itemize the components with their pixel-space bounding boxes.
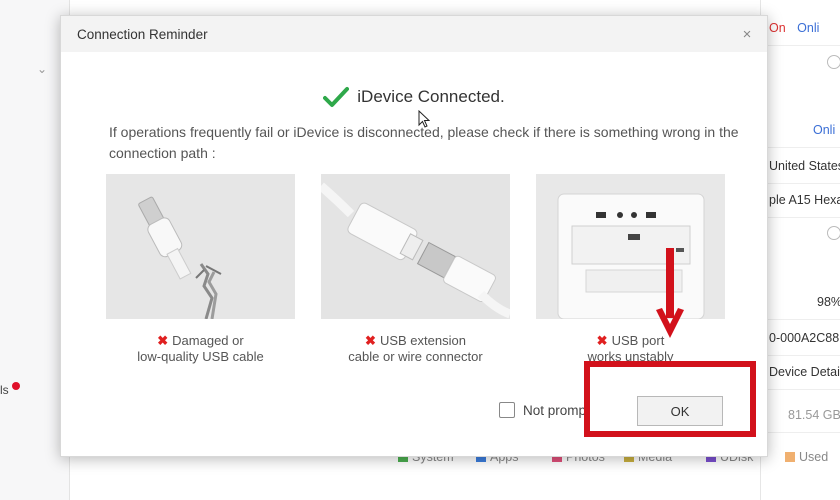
on-label: On (769, 21, 786, 35)
country-value: United States (761, 148, 840, 184)
online-label: Onli (797, 21, 820, 35)
issue-caption: ✖ USB extension cable or wire connector (321, 333, 510, 365)
storage-value: 81.54 GB (761, 397, 840, 433)
caption-line: USB extension (379, 333, 466, 348)
red-arrow-icon (656, 248, 684, 338)
dialog-message: If operations frequently fail or iDevice… (109, 124, 739, 161)
serial-value: 0-000A2C88 (761, 320, 840, 356)
usb-extension-image (321, 174, 510, 319)
issue-card-usb-port: ✖ USB port works unstably (536, 174, 725, 365)
background-right-panel: On Onli Onli United States ple A15 Hexa … (760, 0, 840, 500)
red-x-icon: ✖ (365, 333, 376, 348)
red-x-icon: ✖ (157, 333, 169, 348)
online-label: Onli (761, 112, 840, 148)
battery-value: 98% (761, 284, 840, 320)
connection-issue-cards: ✖ Damaged or low-quality USB cable ✖ USB… (106, 174, 726, 364)
usb-port-image (536, 174, 725, 319)
connection-status: iDevice Connected. (61, 86, 767, 108)
legend-used: Used (785, 450, 828, 464)
dialog-header: Connection Reminder × (61, 16, 767, 52)
not-prompt-label: Not promp (523, 402, 587, 418)
notification-dot (12, 382, 20, 390)
cpu-value: ple A15 Hexa (761, 182, 840, 218)
not-prompt-checkbox[interactable] (499, 402, 515, 418)
damaged-cable-image (106, 174, 295, 319)
background-row: On Onli (761, 10, 840, 46)
caption-line: cable or wire connector (348, 349, 483, 364)
caption-line: Damaged or (172, 333, 244, 348)
toggle-icon[interactable] (827, 226, 840, 240)
caption-line: low-quality USB cable (137, 349, 264, 364)
dialog-title: Connection Reminder (77, 26, 208, 42)
highlight-box (584, 361, 756, 437)
chevron-down-icon[interactable]: ⌄ (37, 62, 47, 76)
not-prompt-option[interactable]: Not promp (499, 402, 586, 418)
red-x-icon: ✖ (596, 333, 608, 348)
issue-card-damaged-cable: ✖ Damaged or low-quality USB cable (106, 174, 295, 365)
issue-caption: ✖ Damaged or low-quality USB cable (106, 333, 295, 365)
issue-card-usb-extension: ✖ USB extension cable or wire connector (321, 174, 510, 365)
status-text: iDevice Connected. (357, 87, 505, 106)
toggle-icon[interactable] (827, 55, 840, 69)
checkmark-icon (323, 87, 350, 107)
close-icon[interactable]: × (739, 26, 755, 43)
device-details-link[interactable]: Device Detai (761, 354, 840, 390)
background-left-label: ls (0, 383, 9, 397)
legend-label: Used (799, 450, 829, 464)
mouse-cursor-icon (418, 110, 430, 128)
